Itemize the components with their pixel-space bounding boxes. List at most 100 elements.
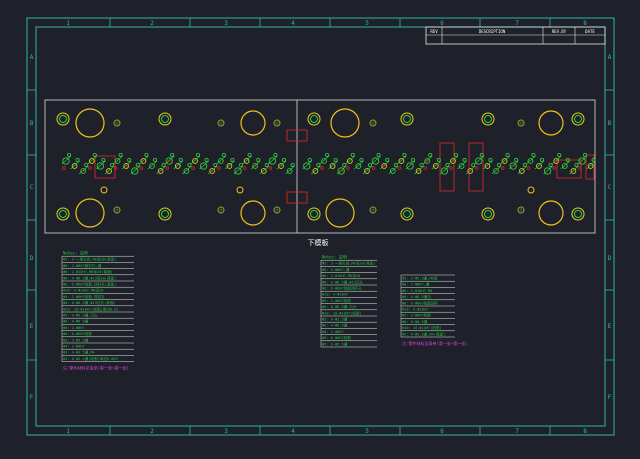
column-label: 8 xyxy=(583,428,587,435)
punch-feature xyxy=(465,162,476,175)
drawing-sheet: 1 2 3 4 5 6 7 8 1 2 3 4 5 6 7 8 A B C D E F A B C D E F REV DESC… xyxy=(26,17,615,436)
column-label: 7 xyxy=(515,428,519,435)
punch-feature xyxy=(414,162,424,175)
column-label: 5 xyxy=(365,428,369,435)
row-labels-left: A B C D E F xyxy=(30,54,34,401)
guide-hole xyxy=(240,200,266,226)
punch-feature xyxy=(130,162,141,175)
punch-feature xyxy=(336,162,347,175)
screw-hole xyxy=(217,206,225,214)
notes-heading: Notes: 说明 xyxy=(322,254,347,260)
punch-feature xyxy=(500,152,510,170)
pin-hole-pair xyxy=(307,207,321,221)
punch-feature xyxy=(534,157,545,170)
notes-line: Φ10: 10-Φ10H7(线割) xyxy=(322,310,362,315)
row-label: B xyxy=(30,120,34,127)
punch-feature xyxy=(276,157,287,170)
notes-line: Φ5: 3-Φ5.5通 xyxy=(322,341,348,346)
punch-feature xyxy=(483,157,493,170)
column-label: 4 xyxy=(291,20,295,27)
punch-feature xyxy=(242,152,252,170)
guide-hole xyxy=(538,110,564,136)
notes-line: Φ8: 8-Φ8.5通 xyxy=(402,319,428,324)
column-labels-bottom: 1 2 3 4 5 6 7 8 xyxy=(66,428,587,435)
punch-feature xyxy=(268,152,278,170)
punch-feature xyxy=(199,157,209,170)
punch-feature xyxy=(405,157,416,170)
column-labels-top: 1 2 3 4 5 6 7 8 xyxy=(66,20,587,27)
screw-hole xyxy=(369,206,377,214)
notes-line: Φ5: 2-Φ6H7线割 xyxy=(402,313,431,318)
column-label: 2 xyxy=(150,20,154,27)
notes-heading: Notes: 说明 xyxy=(63,250,88,256)
pin-hole-pair xyxy=(571,112,585,126)
notes-line: Φ5: 3-一般孔径,M6深20(背面) xyxy=(63,257,116,262)
notes-line: Φ6: 4-Φ6.5通 xyxy=(322,323,348,328)
screw-hole xyxy=(273,206,281,214)
guide-hole xyxy=(325,198,355,228)
punch-feature xyxy=(216,152,227,170)
punch-feature xyxy=(173,157,184,170)
row-label: C xyxy=(608,184,612,191)
punch-feature xyxy=(474,152,485,170)
frame-zone-ticks xyxy=(27,18,614,435)
screw-hole xyxy=(517,119,525,127)
punch-feature xyxy=(569,162,579,175)
screw-hole xyxy=(100,186,108,194)
punch-feature xyxy=(371,152,381,170)
screw-hole xyxy=(527,186,535,194)
punch-feature xyxy=(78,162,89,175)
screw-hole xyxy=(517,206,525,214)
cad-drawing-canvas[interactable]: 1 2 3 4 5 6 7 8 1 2 3 4 5 6 7 8 A B C D E F A B C D E F REV DESC… xyxy=(0,0,640,455)
row-labels-right: A B C D E F xyxy=(608,54,612,401)
punch-feature xyxy=(302,157,313,170)
punch-feature xyxy=(448,152,459,170)
pin-hole-pair xyxy=(481,207,495,221)
punch-feature xyxy=(379,157,390,170)
notes-line: Φ5: 2-Φ6H7线割,导柱孔 xyxy=(63,294,105,299)
punch-feature-band xyxy=(61,152,596,175)
notes-line: Φ8: 2-Φ8H7 xyxy=(63,326,85,330)
screw-hole xyxy=(217,119,225,127)
punch-feature xyxy=(543,162,553,175)
notes-footer: 注:零件材料见清单(第一张~第一张) xyxy=(402,340,468,346)
punch-feature xyxy=(457,157,467,170)
column-label: 3 xyxy=(224,20,228,27)
notes-line: Φ8: 8-Φ8.5通,Φ13沉头(背面) xyxy=(63,300,116,305)
pin-hole-pair xyxy=(400,112,414,126)
column-label: 3 xyxy=(224,428,228,435)
guide-hole xyxy=(75,108,105,138)
punch-feature xyxy=(508,157,519,170)
outer-frame xyxy=(26,17,615,436)
notes-line: Φ2: 6-Φ2.1通(线割)单边0.005 xyxy=(63,356,118,361)
punch-feature xyxy=(139,152,149,170)
notes-line: Φ6: 2-Φ10H7,M8深20(背面) xyxy=(63,269,113,274)
punch-feature xyxy=(182,162,192,175)
notes-line: Φ6: 4-Φ6.5通 xyxy=(63,319,89,324)
notes-line: Φ8: 4-Φ8.5通,Φ13深10(背面) xyxy=(63,275,116,280)
notes-line: Φ6: 2-Φ10H7,M8深20 xyxy=(322,273,360,278)
notes-line: Φ5: 4-Φ5.5通,沉头 xyxy=(63,313,98,318)
punch-feature xyxy=(345,152,356,170)
notes-line: Φ6: 2-Φ10H7,M8 xyxy=(402,289,432,293)
punch-feature xyxy=(233,162,244,175)
notes-line: Φ5: 4-Φ5.5通 xyxy=(322,317,348,322)
column-label: 5 xyxy=(365,20,369,27)
notes-line: Φ5: 2-Φ6H7线割 xyxy=(322,298,351,303)
row-label: A xyxy=(30,54,34,61)
punch-feature xyxy=(422,152,433,170)
punch-feature xyxy=(319,152,330,170)
punch-feature xyxy=(121,157,132,170)
notes-line: Φ8: 2-Φ8H7 xyxy=(322,330,344,334)
drawing-caption: 下模板 xyxy=(308,238,329,247)
punch-feature xyxy=(70,157,80,170)
notes-line: Φ6: 6-Φ6H7线割顶杆 xyxy=(402,300,438,305)
punch-feature xyxy=(104,162,115,175)
column-label: 8 xyxy=(583,20,587,27)
punch-feature xyxy=(328,157,338,170)
punch-feature xyxy=(440,162,450,175)
notes-line: Φ8: 8-Φ8.5通,沉头 xyxy=(322,304,357,309)
punch-feature xyxy=(517,162,528,175)
guide-hole xyxy=(240,110,266,136)
row-label: C xyxy=(30,184,34,191)
